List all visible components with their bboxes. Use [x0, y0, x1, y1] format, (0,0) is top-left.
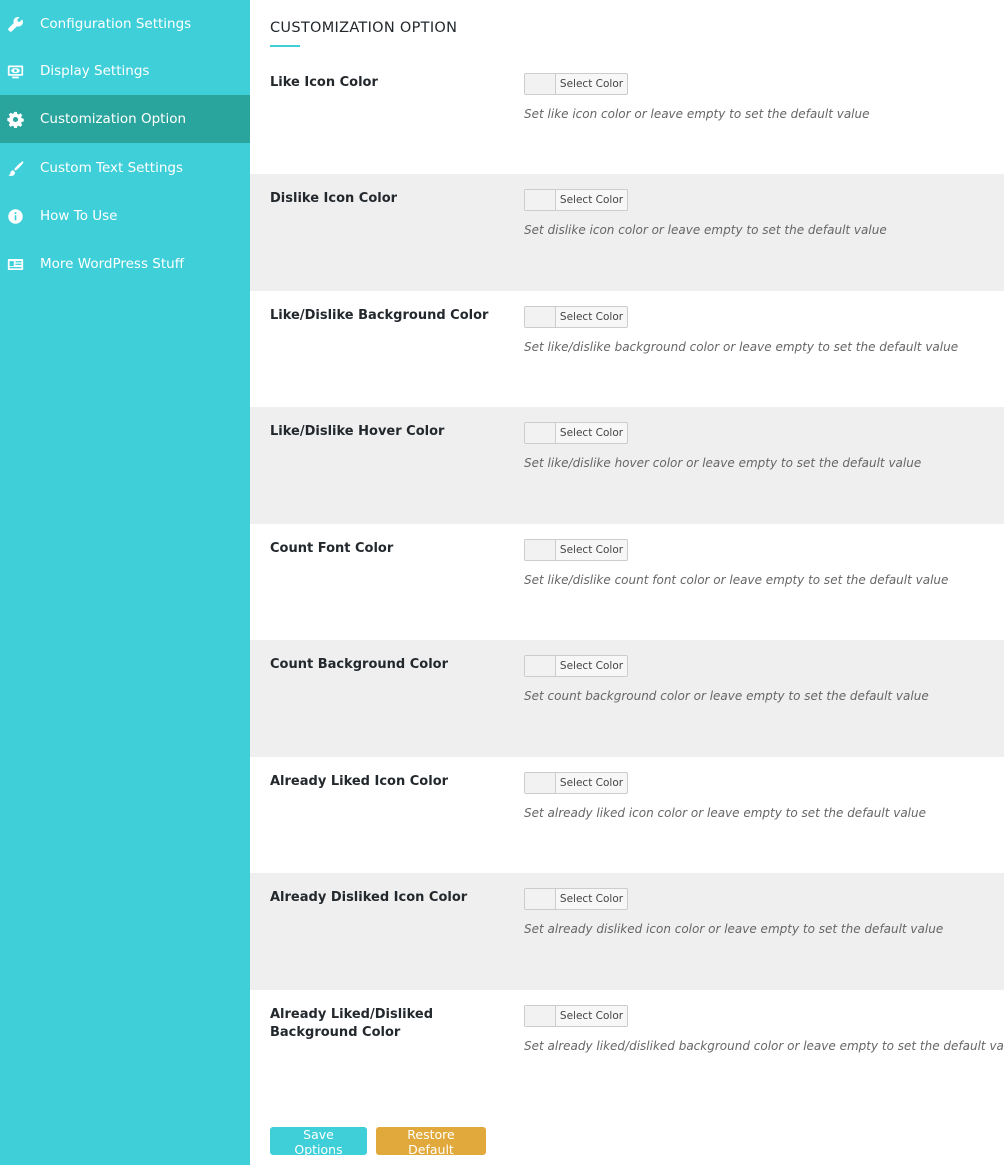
picker-label: Select Color	[559, 311, 624, 323]
sidebar-item-more-wordpress-stuff[interactable]: More WordPress Stuff	[0, 240, 250, 288]
setting-label: Already Disliked Icon Color	[270, 890, 468, 905]
sidebar-item-label: More WordPress Stuff	[40, 256, 184, 272]
color-swatch[interactable]	[525, 307, 556, 327]
picker-label: Select Color	[559, 427, 624, 439]
setting-description: Set count background color or leave empt…	[524, 689, 929, 703]
color-swatch[interactable]	[525, 423, 556, 443]
setting-row-dislike-icon-color: Dislike Icon Color Select Color Set disl…	[250, 174, 1004, 291]
sidebar-item-display-settings[interactable]: Display Settings	[0, 47, 250, 95]
setting-description: Set like icon color or leave empty to se…	[524, 107, 870, 121]
setting-row-already-disliked-icon-color: Already Disliked Icon Color Select Color…	[250, 873, 1004, 990]
sidebar-item-label: Display Settings	[40, 63, 150, 79]
color-swatch[interactable]	[525, 74, 556, 94]
setting-description: Set already disliked icon color or leave…	[524, 922, 944, 936]
info-icon	[6, 207, 24, 225]
color-picker-button[interactable]: Select Color	[524, 73, 628, 95]
title-underline	[270, 45, 300, 47]
setting-label: Dislike Icon Color	[270, 191, 398, 206]
page-title: CUSTOMIZATION OPTION	[270, 20, 458, 36]
color-swatch[interactable]	[525, 1006, 556, 1026]
picker-label: Select Color	[559, 78, 624, 90]
color-swatch[interactable]	[525, 656, 556, 676]
color-picker-button[interactable]: Select Color	[524, 539, 628, 561]
setting-row-count-background-color: Count Background Color Select Color Set …	[250, 640, 1004, 757]
setting-label: Like Icon Color	[270, 75, 378, 90]
setting-label: Count Background Color	[270, 657, 449, 672]
color-swatch[interactable]	[525, 889, 556, 909]
setting-description: Set already liked/disliked background co…	[524, 1039, 1004, 1053]
color-picker-button[interactable]: Select Color	[524, 422, 628, 444]
sidebar-item-label: Customization Option	[40, 111, 187, 127]
setting-description: Set already liked icon color or leave em…	[524, 806, 927, 820]
setting-description: Set like/dislike count font color or lea…	[524, 573, 949, 587]
sidebar-item-custom-text-settings[interactable]: Custom Text Settings	[0, 144, 250, 192]
color-picker-button[interactable]: Select Color	[524, 888, 628, 910]
picker-label: Select Color	[559, 660, 624, 672]
picker-label: Select Color	[559, 777, 624, 789]
picker-label: Select Color	[559, 544, 624, 556]
color-picker-button[interactable]: Select Color	[524, 772, 628, 794]
wrench-icon	[6, 15, 24, 33]
color-picker-button[interactable]: Select Color	[524, 1005, 628, 1027]
restore-default-button[interactable]: Restore Default	[376, 1127, 486, 1157]
setting-description: Set dislike icon color or leave empty to…	[524, 223, 887, 237]
monitor-icon	[6, 62, 24, 80]
color-picker-button[interactable]: Select Color	[524, 306, 628, 328]
picker-label: Select Color	[559, 1010, 624, 1022]
sidebar-item-how-to-use[interactable]: How To Use	[0, 192, 250, 240]
setting-row-like-icon-color: Like Icon Color Select Color Set like ic…	[250, 58, 1004, 175]
color-picker-button[interactable]: Select Color	[524, 655, 628, 677]
setting-label: Count Font Color	[270, 541, 394, 556]
setting-row-like-dislike-background-color: Like/Dislike Background Color Select Col…	[250, 291, 1004, 408]
setting-row-count-font-color: Count Font Color Select Color Set like/d…	[250, 524, 1004, 641]
save-options-button[interactable]: Save Options	[270, 1127, 367, 1157]
id-card-icon	[6, 255, 24, 273]
sidebar-item-customization-option[interactable]: Customization Option	[0, 95, 250, 143]
sidebar-item-label: How To Use	[40, 208, 118, 224]
setting-label: Already Liked/Disliked Background Color	[270, 1007, 434, 1040]
color-swatch[interactable]	[525, 540, 556, 560]
brush-icon	[6, 159, 24, 177]
color-swatch[interactable]	[525, 190, 556, 210]
setting-row-already-liked-disliked-background-color: Already Liked/Disliked Background Color …	[250, 990, 1004, 1107]
sidebar-item-configuration-settings[interactable]: Configuration Settings	[0, 0, 250, 48]
setting-row-already-liked-icon-color: Already Liked Icon Color Select Color Se…	[250, 757, 1004, 874]
setting-row-like-dislike-hover-color: Like/Dislike Hover Color Select Color Se…	[250, 407, 1004, 524]
color-picker-button[interactable]: Select Color	[524, 189, 628, 211]
color-swatch[interactable]	[525, 773, 556, 793]
setting-description: Set like/dislike hover color or leave em…	[524, 456, 922, 470]
main-content: CUSTOMIZATION OPTION Like Icon Color Sel…	[250, 0, 1004, 1165]
setting-description: Set like/dislike background color or lea…	[524, 340, 959, 354]
sidebar: Configuration Settings Display Settings …	[0, 0, 250, 1165]
picker-label: Select Color	[559, 194, 624, 206]
sidebar-item-label: Custom Text Settings	[40, 160, 183, 176]
picker-label: Select Color	[559, 893, 624, 905]
sidebar-item-label: Configuration Settings	[40, 16, 192, 32]
gear-icon	[6, 110, 24, 128]
setting-label: Like/Dislike Hover Color	[270, 424, 445, 439]
setting-label: Like/Dislike Background Color	[270, 308, 489, 323]
setting-label: Already Liked Icon Color	[270, 774, 449, 789]
